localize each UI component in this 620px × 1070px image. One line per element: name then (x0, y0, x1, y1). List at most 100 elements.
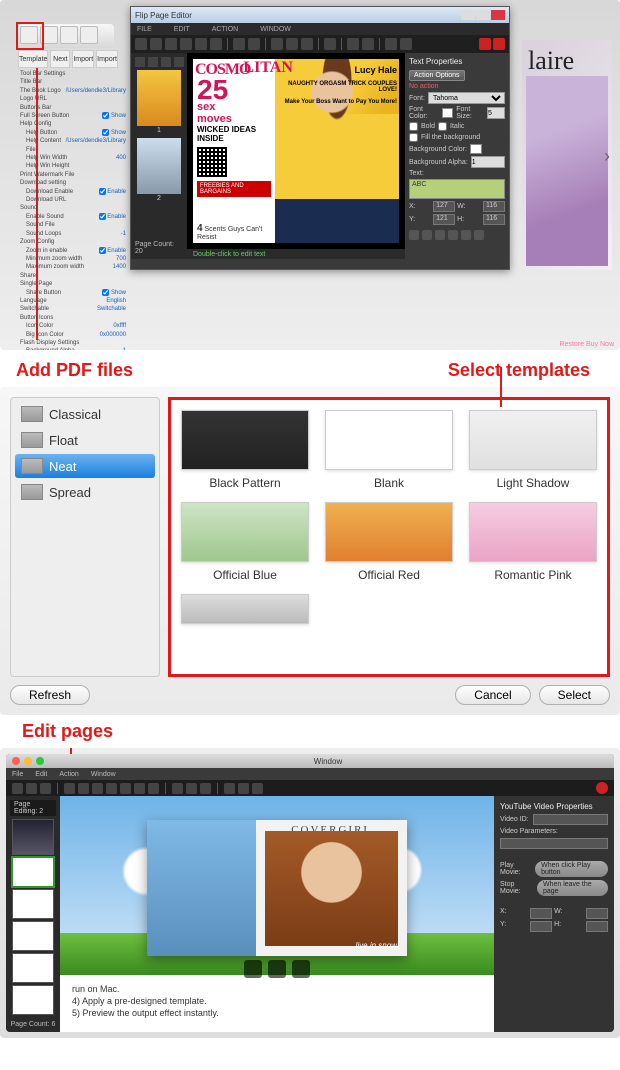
paste-tool-icon[interactable] (186, 783, 197, 794)
setting-row[interactable]: Sound (18, 204, 128, 212)
w-input[interactable]: 116 (483, 201, 505, 212)
y-input[interactable] (530, 921, 552, 932)
setting-row[interactable]: Download URL (18, 196, 128, 204)
traffic-zoom-icon[interactable] (36, 757, 44, 765)
fit-icon[interactable] (252, 783, 263, 794)
text-tool-icon[interactable] (150, 38, 162, 50)
zoom-icon[interactable] (385, 38, 397, 50)
window-minimize-icon[interactable] (461, 10, 475, 20)
setting-row[interactable]: Maximum zoom width1400 (18, 263, 128, 271)
font-select[interactable]: Tahoma (428, 92, 505, 104)
template-item[interactable]: Black Pattern (181, 410, 309, 490)
h-input[interactable] (586, 921, 608, 932)
play-movie-select[interactable]: When click Play button (535, 861, 608, 877)
setting-row[interactable]: Sound Loops-1 (18, 230, 128, 238)
y-input[interactable]: 121 (433, 214, 455, 225)
window-maximize-icon[interactable] (476, 10, 490, 20)
template-tab[interactable]: Template (18, 50, 48, 68)
x-input[interactable]: 127 (433, 201, 455, 212)
setting-row[interactable]: Zoom Config (18, 238, 128, 246)
page-thumbnail[interactable] (13, 858, 53, 886)
setting-row[interactable]: Title Bar (18, 78, 128, 86)
video-id-input[interactable] (533, 814, 608, 825)
add-pdf-button[interactable] (20, 26, 38, 44)
page-thumbnail[interactable] (13, 922, 53, 950)
bold-checkbox[interactable] (409, 122, 418, 131)
traffic-minimize-icon[interactable] (24, 757, 32, 765)
stop-icon[interactable] (493, 38, 505, 50)
delete-tool-icon[interactable] (200, 783, 211, 794)
video-tool-icon[interactable] (195, 38, 207, 50)
link-tool-icon[interactable] (78, 783, 89, 794)
cancel-button[interactable]: Cancel (455, 685, 530, 705)
menu-action[interactable]: ACTION (212, 26, 238, 33)
setting-row[interactable]: Minimum zoom width700 (18, 255, 128, 263)
next-button[interactable]: Next (50, 50, 70, 68)
import-button-2[interactable]: Import (96, 50, 118, 68)
redo-icon[interactable] (362, 38, 374, 50)
template-item[interactable]: Romantic Pink (469, 502, 597, 582)
page-thumbnail[interactable] (13, 890, 53, 918)
image-tool-icon[interactable] (40, 783, 51, 794)
select-button[interactable]: Select (539, 685, 610, 705)
menu-window[interactable]: Window (91, 771, 116, 778)
page-thumbnail[interactable]: 1 (137, 70, 181, 134)
pointer-tool-icon[interactable] (135, 38, 147, 50)
setting-row[interactable]: Help Button Show (18, 129, 128, 137)
menu-edit[interactable]: Edit (35, 771, 47, 778)
flash-tool-icon[interactable] (286, 38, 298, 50)
setting-row[interactable]: Single Page (18, 280, 128, 288)
template-category-classical[interactable]: Classical (15, 402, 155, 426)
layer-tool-icon[interactable] (271, 38, 283, 50)
setting-row[interactable]: Share (18, 272, 128, 280)
w-input[interactable] (586, 908, 608, 919)
page-thumbnail[interactable]: 2 (137, 138, 181, 202)
chevron-right-icon[interactable]: › (604, 146, 610, 167)
thumb-down-icon[interactable] (161, 57, 171, 67)
thumb-up-icon[interactable] (148, 57, 158, 67)
setting-row[interactable]: Help Content File/Users/dendie3/Library (18, 137, 128, 154)
setting-row[interactable]: Buttons Bar (18, 104, 128, 112)
fit-icon[interactable] (400, 38, 412, 50)
thumb-next-icon[interactable] (174, 57, 184, 67)
template-item[interactable]: Official Blue (181, 502, 309, 582)
h-input[interactable]: 116 (483, 214, 505, 225)
toolbar-button[interactable] (60, 26, 78, 44)
setting-row[interactable]: Download setting (18, 179, 128, 187)
setting-row[interactable]: Logo URL (18, 95, 128, 103)
setting-row[interactable]: Button Icons (18, 314, 128, 322)
music-tool-icon[interactable] (180, 38, 192, 50)
copy-tool-icon[interactable] (172, 783, 183, 794)
template-item[interactable] (181, 594, 309, 630)
menu-action[interactable]: Action (59, 771, 78, 778)
fill-bg-checkbox[interactable] (409, 133, 418, 142)
align-left-icon[interactable] (409, 230, 419, 240)
template-category-neat[interactable]: Neat (15, 454, 155, 478)
zoom-out-icon[interactable] (238, 783, 249, 794)
undo-icon[interactable] (347, 38, 359, 50)
traffic-close-icon[interactable] (12, 757, 20, 765)
align-bottom-icon[interactable] (474, 230, 484, 240)
setting-row[interactable]: Icon Color0xffff (18, 322, 128, 330)
play-icon[interactable] (268, 960, 286, 978)
setting-row[interactable]: Big Icon Color0x000000 (18, 331, 128, 339)
setting-row[interactable]: Full Screen Button Show (18, 112, 128, 120)
pointer-tool-icon[interactable] (12, 783, 23, 794)
youtube-tool-icon[interactable] (301, 38, 313, 50)
setting-row[interactable]: SwitchableSwitchable (18, 305, 128, 313)
record-icon[interactable] (479, 38, 491, 50)
setting-row[interactable]: Enable Sound Enable (18, 213, 128, 221)
thumb-prev-icon[interactable] (135, 57, 145, 67)
setting-row[interactable]: LanguageEnglish (18, 297, 128, 305)
menu-edit[interactable]: EDIT (174, 26, 190, 33)
setting-row[interactable]: Sound File (18, 221, 128, 229)
button-tool-icon[interactable] (248, 38, 260, 50)
font-color-swatch[interactable] (442, 108, 453, 118)
italic-checkbox[interactable] (438, 122, 447, 131)
button-tool-icon[interactable] (148, 783, 159, 794)
zoom-in-icon[interactable] (224, 783, 235, 794)
menu-file[interactable]: File (12, 771, 23, 778)
setting-row[interactable]: Help Win Height (18, 162, 128, 170)
page-canvas[interactable]: COSMO 25 sex moves WICKED IDEAS INSIDE F… (187, 53, 405, 249)
template-item[interactable]: Light Shadow (469, 410, 597, 490)
